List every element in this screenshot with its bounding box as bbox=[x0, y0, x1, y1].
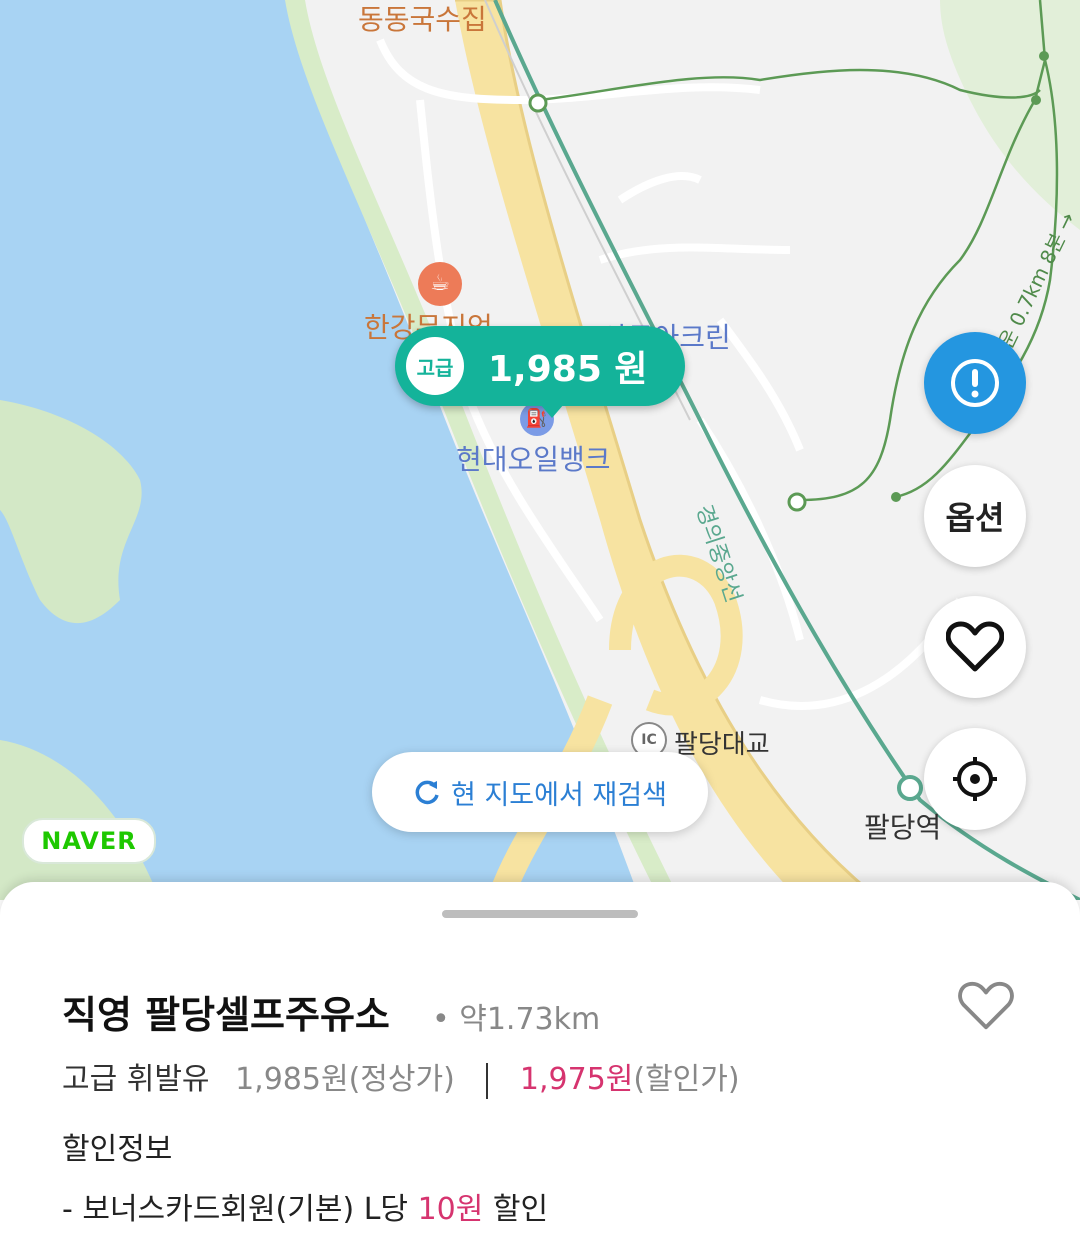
map-label-subway[interactable]: 팔당역 bbox=[864, 806, 941, 846]
alert-icon bbox=[951, 359, 999, 407]
discount-amount: 10원 bbox=[417, 1192, 484, 1227]
price-bubble[interactable]: 고급 1,985 원 bbox=[395, 326, 685, 418]
naver-logo: NAVER bbox=[22, 818, 156, 864]
locate-button[interactable] bbox=[924, 728, 1026, 830]
sheet-handle[interactable] bbox=[442, 910, 638, 918]
discount-prefix: - 보너스카드회원(기본) L당 bbox=[62, 1192, 418, 1227]
map-label-ic[interactable]: 팔당대교 bbox=[674, 724, 770, 761]
cafe-icon[interactable]: ☕ bbox=[418, 262, 462, 306]
grade-chip: 고급 bbox=[406, 337, 464, 395]
discount-title: 할인정보 bbox=[62, 1132, 173, 1167]
station-name: 직영 팔당셀프주유소 bbox=[62, 993, 390, 1037]
map-view[interactable]: 동동국수집 ☕ 한강뮤지엄 아쿠아크린 ⛽ 현대오일뱅크 경의중앙선 운 0.7… bbox=[0, 0, 1080, 900]
favorite-fab-button[interactable] bbox=[924, 596, 1026, 698]
map-label-station[interactable]: 현대오일뱅크 bbox=[456, 438, 611, 478]
price-row: 고급 휘발유 1,985원(정상가) 1,975원(할인가) bbox=[62, 1054, 740, 1099]
bottom-sheet: 직영 팔당셀프주유소 • 약1.73km 고급 휘발유 1,985원(정상가) … bbox=[0, 882, 1080, 1255]
refresh-icon bbox=[415, 780, 439, 805]
regular-price: 1,985원 bbox=[235, 1062, 349, 1097]
locate-icon bbox=[953, 757, 997, 801]
bubble-price: 1,985 원 bbox=[488, 349, 648, 390]
price-divider bbox=[486, 1062, 489, 1099]
regular-label: (정상가) bbox=[348, 1062, 455, 1097]
discount-label: (할인가) bbox=[633, 1062, 740, 1097]
research-button[interactable]: 현 지도에서 재검색 bbox=[372, 752, 708, 832]
discount-suffix: 할인 bbox=[483, 1192, 549, 1227]
option-button[interactable]: 옵션 bbox=[924, 465, 1026, 567]
alert-button[interactable] bbox=[924, 332, 1026, 434]
heart-icon bbox=[946, 621, 1004, 672]
research-label: 현 지도에서 재검색 bbox=[451, 779, 667, 811]
map-label-restaurant[interactable]: 동동국수집 bbox=[358, 0, 487, 38]
discount-info: - 보너스카드회원(기본) L당 10원 할인 bbox=[62, 1184, 548, 1228]
favorite-button[interactable] bbox=[958, 980, 1014, 1036]
station-distance: • 약1.73km bbox=[432, 1002, 601, 1037]
heart-icon bbox=[958, 981, 1014, 1030]
discount-price: 1,975원 bbox=[519, 1062, 634, 1097]
fuel-type: 고급 휘발유 bbox=[62, 1062, 210, 1097]
